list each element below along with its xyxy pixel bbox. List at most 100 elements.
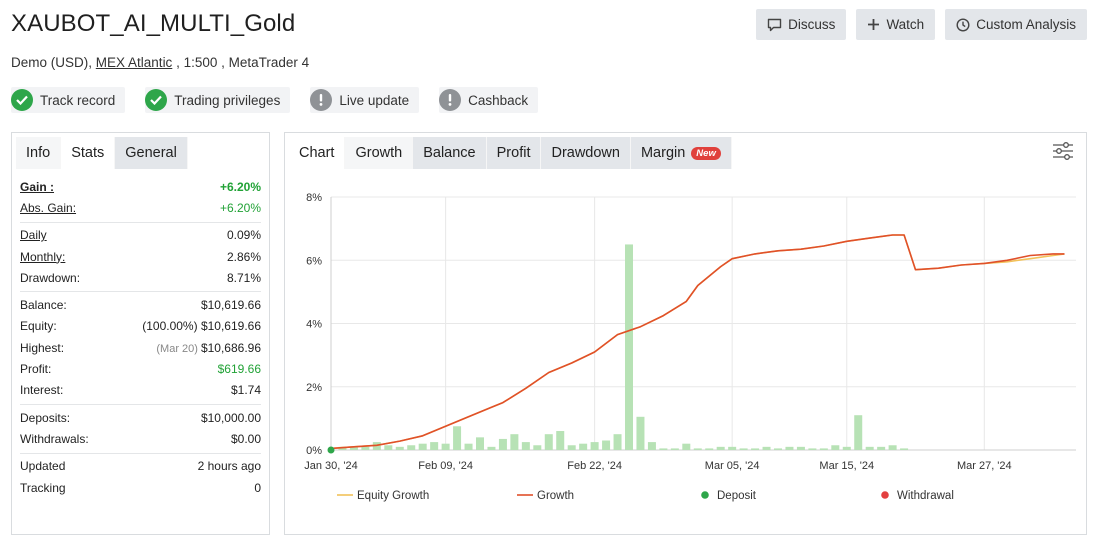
stats-group-rates: Daily 0.09% Monthly: 2.86% Drawdown: 8.7… bbox=[20, 223, 261, 293]
stat-value: +6.20% bbox=[219, 200, 261, 215]
equity-growth-line bbox=[330, 234, 1065, 450]
stat-row-updated: Updated 2 hours ago bbox=[20, 456, 261, 477]
stat-value: $10,619.66 bbox=[200, 319, 261, 334]
stat-row-profit: Profit: $619.66 bbox=[20, 358, 261, 379]
daily-bar bbox=[418, 443, 427, 450]
daily-bar bbox=[395, 446, 404, 450]
stat-row-interest: Interest: $1.74 bbox=[20, 380, 261, 401]
tab-drawdown[interactable]: Drawdown bbox=[541, 137, 631, 169]
tab-general[interactable]: General bbox=[115, 137, 188, 169]
daily-bar bbox=[556, 431, 565, 450]
legend-deposit-swatch bbox=[701, 491, 709, 499]
chart-panel: Chart Growth Balance Profit Drawdown Mar… bbox=[284, 132, 1087, 535]
stat-label[interactable]: Daily bbox=[20, 228, 47, 242]
daily-bar bbox=[361, 446, 370, 450]
tab-balance[interactable]: Balance bbox=[413, 137, 487, 169]
daily-bar bbox=[476, 437, 484, 450]
stat-label[interactable]: Abs. Gain: bbox=[20, 201, 76, 215]
x-tick-label: Mar 27, '24 bbox=[957, 460, 1012, 472]
discuss-label: Discuss bbox=[788, 17, 836, 32]
stat-row-abs-gain: Abs. Gain: +6.20% bbox=[20, 197, 261, 218]
stat-label: Tracking bbox=[20, 480, 66, 495]
tab-profit[interactable]: Profit bbox=[486, 137, 542, 169]
stat-row-gain: Gain : +6.20% bbox=[20, 176, 261, 197]
plus-icon bbox=[868, 19, 880, 30]
y-tick-label: 4% bbox=[306, 319, 322, 331]
legend-growth-label: Growth bbox=[537, 490, 574, 502]
stat-value: 8.71% bbox=[226, 270, 261, 285]
tab-info[interactable]: Info bbox=[16, 137, 62, 169]
x-tick-label: Feb 22, '24 bbox=[567, 460, 622, 472]
tab-margin-label: Margin bbox=[640, 145, 686, 161]
x-tick-label: Jan 30, '24 bbox=[304, 460, 357, 472]
daily-bar bbox=[441, 443, 450, 450]
tab-growth[interactable]: Growth bbox=[345, 137, 414, 169]
custom-analysis-label: Custom Analysis bbox=[976, 17, 1076, 32]
stat-label: Profit: bbox=[20, 362, 52, 377]
custom-analysis-button[interactable]: Custom Analysis bbox=[945, 9, 1087, 40]
verification-badges: Track record Trading privileges Live upd… bbox=[11, 87, 539, 113]
tab-chart[interactable]: Chart bbox=[289, 137, 346, 169]
page-title: XAUBOT_AI_MULTI_Gold bbox=[11, 10, 296, 37]
badge-label: Live update bbox=[339, 92, 410, 108]
daily-bar bbox=[682, 443, 691, 450]
check-icon bbox=[145, 89, 168, 111]
daily-bar bbox=[785, 446, 794, 450]
stat-value: $619.66 bbox=[217, 362, 261, 377]
legend-withdrawal-label: Withdrawal bbox=[897, 490, 954, 502]
daily-bar bbox=[751, 448, 760, 450]
y-tick-label: 6% bbox=[306, 255, 322, 267]
daily-bar bbox=[762, 446, 771, 450]
stat-value: 0 bbox=[254, 480, 261, 495]
stats-list: Gain : +6.20% Abs. Gain: +6.20% Daily 0.… bbox=[12, 170, 269, 501]
stat-value: $10,000.00 bbox=[200, 410, 261, 425]
stat-value: 2.86% bbox=[226, 249, 261, 264]
stat-value-wrap: (100.00%) $10,619.66 bbox=[142, 319, 261, 333]
chart-settings-icon[interactable] bbox=[1052, 142, 1074, 165]
badge-label: Cashback bbox=[468, 92, 529, 108]
stat-label: Withdrawals: bbox=[20, 431, 89, 446]
daily-bar bbox=[705, 448, 714, 450]
stat-row-monthly: Monthly: 2.86% bbox=[20, 246, 261, 267]
stat-label: Equity: bbox=[20, 319, 57, 334]
daily-bar bbox=[888, 445, 897, 450]
badge-track-record: Track record bbox=[11, 87, 126, 113]
badge-live-update: Live update bbox=[310, 87, 420, 113]
daily-bar bbox=[716, 446, 725, 450]
stats-tabs: Info Stats General bbox=[12, 133, 269, 170]
daily-bar bbox=[728, 446, 737, 450]
daily-bar bbox=[521, 442, 530, 450]
daily-bar bbox=[865, 446, 874, 450]
leverage-platform: , 1:500 , MetaTrader 4 bbox=[176, 55, 310, 70]
stat-row-deposits: Deposits: $10,000.00 bbox=[20, 407, 261, 428]
daily-bar bbox=[877, 446, 886, 450]
growth-chart: 0% 2% 4% 6% 8% Jan 30, '24 Feb 09, '24 Feb 22, … bbox=[304, 192, 1076, 502]
tab-margin[interactable]: Margin New bbox=[630, 137, 732, 169]
deposit-marker bbox=[327, 446, 335, 454]
daily-bar bbox=[808, 448, 817, 450]
discuss-button[interactable]: Discuss bbox=[756, 9, 847, 40]
tab-stats[interactable]: Stats bbox=[61, 137, 116, 169]
stat-row-equity: Equity: (100.00%) $10,619.66 bbox=[20, 316, 261, 337]
daily-bar bbox=[647, 442, 656, 450]
stat-label[interactable]: Monthly: bbox=[20, 250, 65, 264]
legend-deposit-label: Deposit bbox=[717, 490, 757, 502]
stat-row-daily: Daily 0.09% bbox=[20, 225, 261, 246]
daily-bar bbox=[567, 445, 576, 450]
chat-icon bbox=[767, 18, 782, 31]
stat-value: 0.09% bbox=[226, 228, 261, 243]
stat-row-tracking: Tracking 0 bbox=[20, 477, 261, 498]
daily-bar bbox=[900, 448, 909, 450]
stat-value: $10,619.66 bbox=[200, 298, 261, 313]
broker-link[interactable]: MEX Atlantic bbox=[96, 55, 173, 70]
daily-bar bbox=[831, 445, 840, 450]
x-tick-label: Feb 09, '24 bbox=[418, 460, 473, 472]
stat-label[interactable]: Gain : bbox=[20, 180, 54, 194]
stats-group-balance: Balance: $10,619.66 Equity: (100.00%) $1… bbox=[20, 292, 261, 405]
badge-trading-privileges: Trading privileges bbox=[145, 87, 291, 113]
badge-label: Track record bbox=[40, 92, 116, 108]
watch-button[interactable]: Watch bbox=[856, 9, 936, 40]
stat-value: $1.74 bbox=[230, 383, 261, 398]
stats-group-updated: Updated 2 hours ago Tracking 0 bbox=[20, 454, 261, 502]
stat-label: Deposits: bbox=[20, 410, 71, 425]
